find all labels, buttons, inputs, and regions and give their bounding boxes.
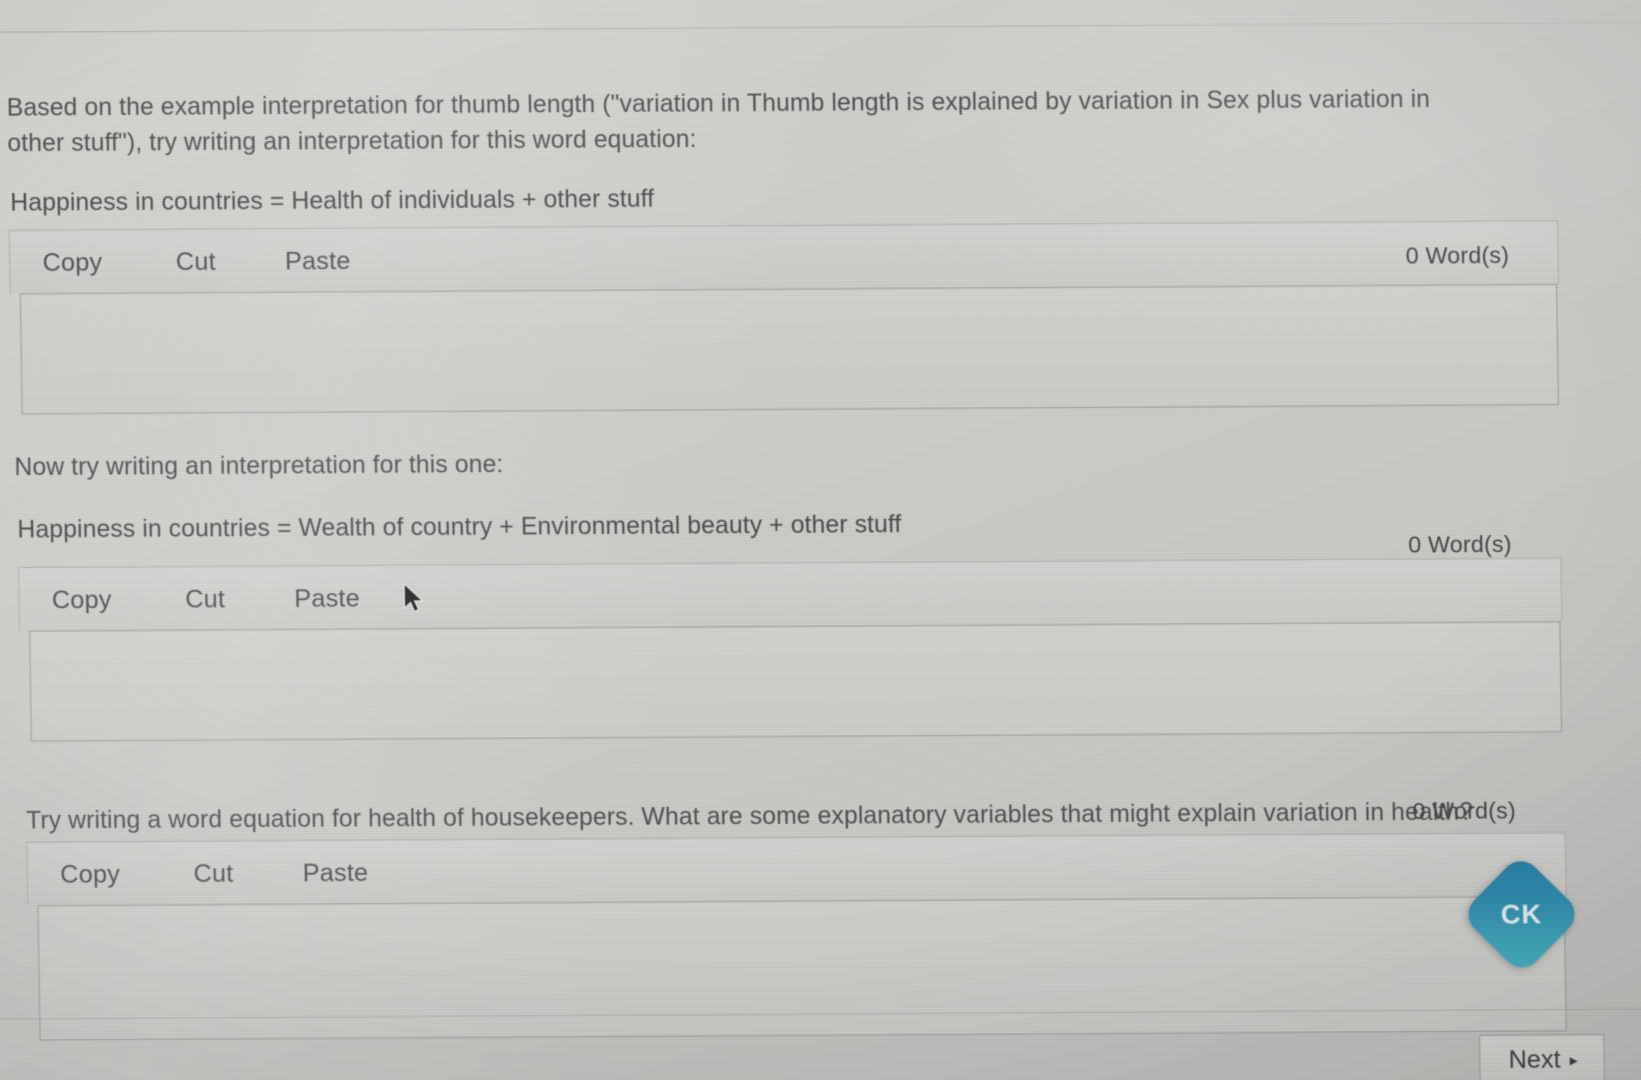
editor-1-textarea[interactable] [19, 283, 1559, 415]
word-equation-1: Happiness in countries = Health of indiv… [10, 185, 655, 217]
editor-1-toolbar: Copy Cut Paste 0 Word(s) [8, 220, 1560, 294]
instruction-paragraph-2: Now try writing an interpretation for th… [14, 450, 504, 482]
instruction-paragraph-1-line-2: other stuff"), try writing an interpreta… [7, 125, 697, 158]
editor-2-paste-button[interactable]: Paste [294, 584, 360, 614]
editor-3-cut-button[interactable]: Cut [193, 860, 233, 890]
ckeditor-logo-label: CK [1500, 898, 1543, 930]
instruction-paragraph-1: Based on the example interpretation for … [7, 81, 1523, 161]
editor-1-cut-button[interactable]: Cut [176, 248, 216, 278]
photographed-screen: tionships Among Variables Based on the e… [0, 0, 1641, 1080]
editor-3-paste-button[interactable]: Paste [302, 859, 368, 889]
editor-2: Copy Cut Paste 0 Word(s) [18, 531, 1564, 742]
header-divider [0, 21, 1641, 33]
editor-1-word-count: 0 Word(s) [1405, 241, 1510, 269]
editor-2-cut-button[interactable]: Cut [185, 585, 225, 615]
editor-1: Copy Cut Paste 0 Word(s) [8, 220, 1561, 415]
editor-2-textarea[interactable] [29, 621, 1563, 742]
editor-3: Copy Cut Paste 0 Word(s) [26, 797, 1568, 1041]
next-arrow-icon: ▸ [1569, 1052, 1578, 1070]
editor-3-textarea[interactable] [37, 895, 1567, 1041]
editor-3-copy-button[interactable]: Copy [60, 860, 120, 890]
screen-surface: tionships Among Variables Based on the e… [0, 0, 1641, 1080]
lesson-page: tionships Among Variables Based on the e… [0, 0, 1641, 1080]
editor-3-toolbar: Copy Cut Paste 0 Word(s) [26, 797, 1567, 906]
editor-3-word-count: 0 Word(s) [1412, 797, 1517, 825]
editor-2-toolbar: Copy Cut Paste 0 Word(s) [18, 531, 1563, 631]
instruction-paragraph-1-line-1: Based on the example interpretation for … [6, 85, 1431, 122]
next-button-label: Next [1508, 1045, 1561, 1075]
next-button[interactable]: Next ▸ [1478, 1034, 1606, 1080]
word-equation-2: Happiness in countries = Wealth of count… [17, 511, 902, 544]
editor-1-copy-button[interactable]: Copy [42, 248, 102, 278]
instruction-paragraph-3: Try writing a word equation for health o… [25, 798, 1474, 835]
editor-2-word-count: 0 Word(s) [1408, 530, 1512, 558]
editor-1-paste-button[interactable]: Paste [285, 247, 351, 277]
editor-2-copy-button[interactable]: Copy [52, 586, 112, 616]
